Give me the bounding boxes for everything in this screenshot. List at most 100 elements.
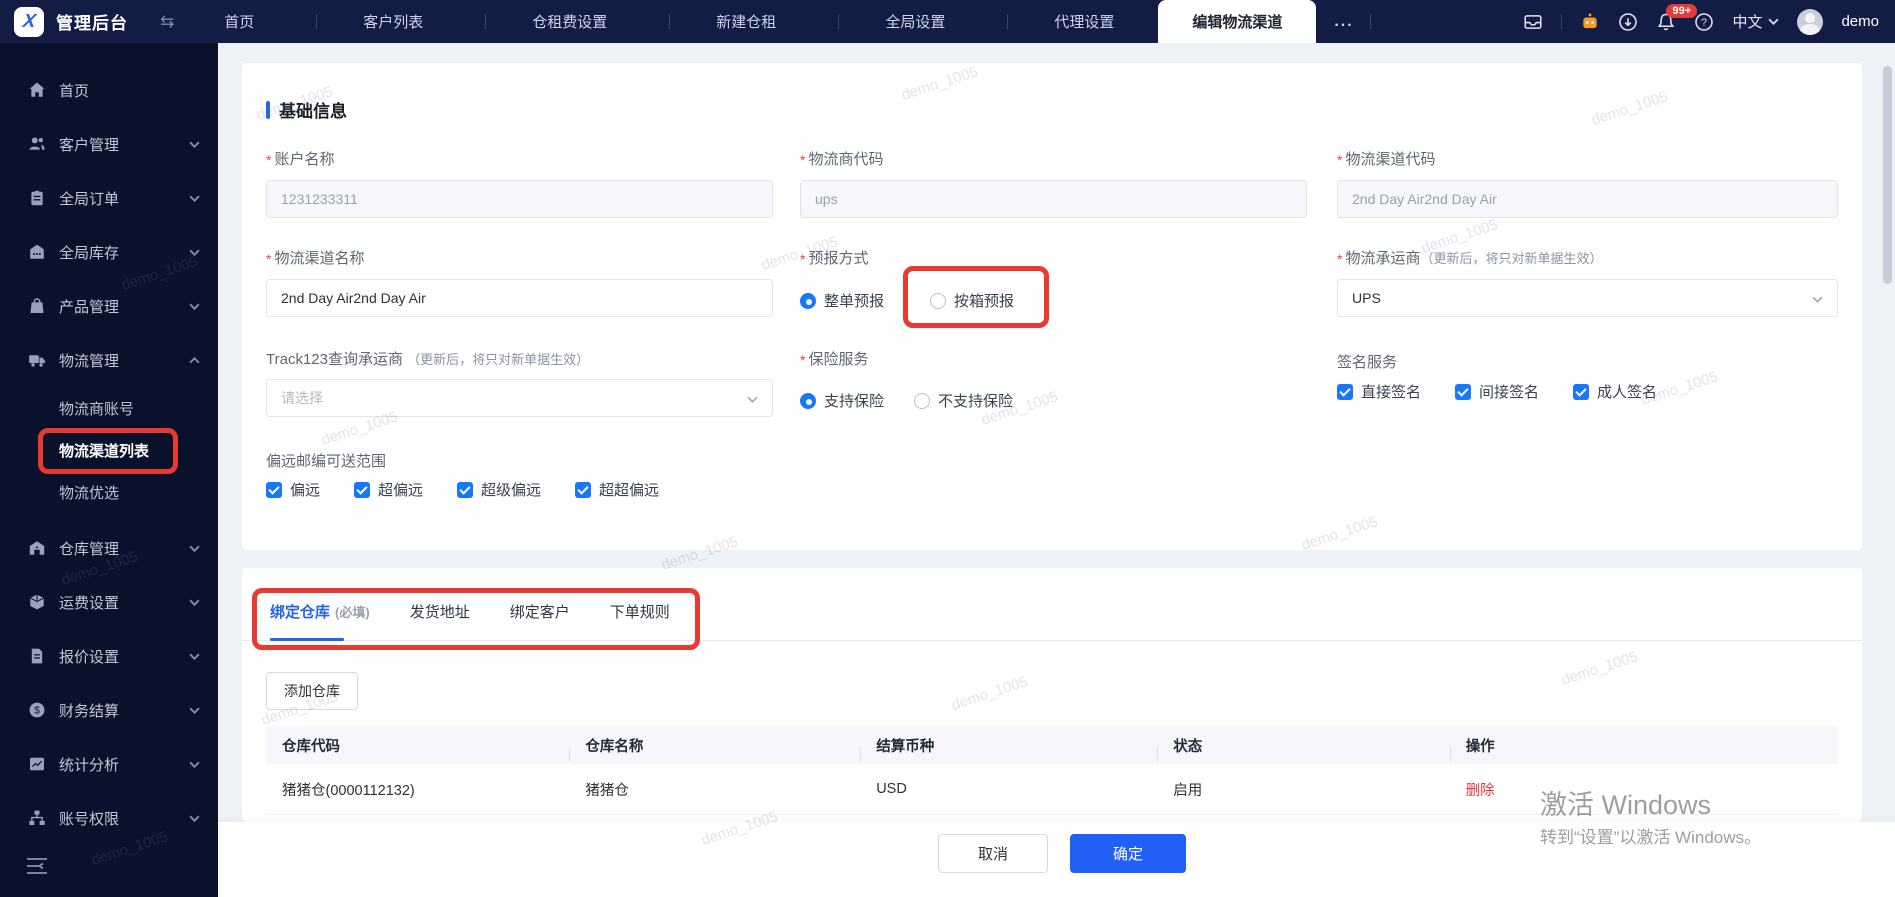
sidebar-subitem-logistics-preferred[interactable]: 物流优选: [0, 471, 218, 513]
vertical-scrollbar[interactable]: [1883, 66, 1892, 284]
chevron-up-icon: [189, 351, 200, 369]
logistics-truck-icon: [28, 351, 46, 369]
tab-bind-customer[interactable]: 绑定客户: [510, 582, 570, 641]
chevron-down-icon: [189, 701, 200, 719]
app-logo: X: [14, 6, 44, 37]
tab-shipping-address[interactable]: 发货地址: [410, 582, 470, 641]
provider-code-input[interactable]: ups: [800, 180, 1307, 218]
help-icon[interactable]: ?: [1694, 12, 1714, 32]
radio-per-box-forecast[interactable]: 按箱预报: [930, 290, 1014, 311]
signature-label: 签名服务: [1337, 354, 1398, 371]
sidebar-item-freight[interactable]: 运费设置: [0, 575, 218, 629]
sidebar-item-products[interactable]: 产品管理: [0, 279, 218, 333]
checkbox-checked-icon: [354, 481, 371, 498]
svg-text:$: $: [34, 706, 40, 717]
forecast-mode-label: 预报方式: [800, 247, 868, 268]
col-warehouse-name: 仓库名称: [569, 735, 860, 761]
account-name-input[interactable]: 1231233311: [266, 180, 773, 218]
checkbox-ultra-remote[interactable]: 超级偏远: [457, 479, 541, 500]
notifications-bell-icon[interactable]: 99+: [1656, 3, 1698, 32]
insurance-radios: 支持保险 不支持保险: [800, 390, 1013, 411]
chevron-down-icon: [189, 243, 200, 261]
sidebar-item-customers[interactable]: 客户管理: [0, 117, 218, 171]
section-accent-bar: [266, 100, 270, 119]
tab-global-settings[interactable]: 全局设置: [869, 11, 959, 32]
track123-select[interactable]: 请选择: [266, 379, 773, 417]
swap-icon[interactable]: ⇆: [160, 12, 174, 32]
cell-warehouse-name: 猪猪仓: [585, 782, 629, 799]
sidebar-item-quotes[interactable]: 报价设置: [0, 629, 218, 683]
table-row: 猪猪仓(0000112132) 猪猪仓 USD 启用 删除: [266, 764, 1838, 815]
channel-name-label: 物流渠道名称: [266, 247, 364, 268]
checkbox-indirect-signature[interactable]: 间接签名: [1455, 381, 1539, 402]
channel-name-input[interactable]: 2nd Day Air2nd Day Air: [266, 279, 773, 317]
sidebar-subitem-logistics-accounts[interactable]: 物流商账号: [0, 387, 218, 429]
sidebar-item-global-inventory[interactable]: 全局库存: [0, 225, 218, 279]
tab-storage-fee[interactable]: 仓租费设置: [516, 11, 621, 32]
user-avatar[interactable]: [1797, 8, 1824, 35]
chevron-down-icon: [189, 809, 200, 827]
sidebar-item-statistics[interactable]: 统计分析: [0, 737, 218, 791]
radio-insurance-not-supported[interactable]: 不支持保险: [914, 390, 1013, 411]
add-warehouse-button[interactable]: 添加仓库: [266, 672, 358, 710]
mail-icon[interactable]: [1523, 12, 1543, 32]
table-header: 仓库代码 仓库名称 结算币种 状态 操作: [266, 726, 1838, 764]
chevron-down-icon: [189, 135, 200, 153]
freight-icon: [28, 593, 46, 611]
radio-insurance-supported[interactable]: 支持保险: [800, 390, 884, 411]
checkbox-super-remote[interactable]: 超偏远: [354, 479, 423, 500]
forecast-mode-radios: 整单预报 按箱预报: [800, 290, 1014, 311]
sidebar-subitem-logistics-channel-list[interactable]: 物流渠道列表: [0, 429, 218, 471]
checkbox-extreme-remote[interactable]: 超超偏远: [575, 479, 659, 500]
col-warehouse-code: 仓库代码: [282, 738, 340, 755]
sidebar-item-account-permissions[interactable]: 账号权限: [0, 791, 218, 845]
cancel-button[interactable]: 取消: [938, 834, 1048, 873]
quote-document-icon: [28, 647, 46, 665]
checkbox-checked-icon: [1455, 383, 1472, 400]
tabs-overflow-button[interactable]: ...: [1334, 13, 1353, 31]
checkbox-remote[interactable]: 偏远: [266, 479, 320, 500]
tab-new-storage[interactable]: 新建仓租: [700, 11, 790, 32]
track123-label: Track123查询承运商 （更新后，将只对新单据生效）: [266, 351, 590, 368]
checkbox-checked-icon: [457, 481, 474, 498]
topbar-actions: 99+ ? 中文 demo: [1523, 0, 1895, 43]
tab-edit-logistics-channel[interactable]: 编辑物流渠道: [1158, 0, 1317, 43]
carrier-select[interactable]: UPS: [1337, 279, 1838, 317]
sidebar-item-logistics[interactable]: 物流管理: [0, 333, 218, 387]
checkbox-direct-signature[interactable]: 直接签名: [1337, 381, 1421, 402]
checkbox-adult-signature[interactable]: 成人签名: [1573, 381, 1657, 402]
collapse-menu-icon[interactable]: [26, 857, 48, 875]
tab-home[interactable]: 首页: [208, 11, 268, 32]
finance-dollar-icon: $: [28, 701, 46, 719]
tab-order-rules[interactable]: 下单规则: [610, 582, 670, 641]
language-selector[interactable]: 中文: [1732, 11, 1779, 32]
tab-customer-list[interactable]: 客户列表: [347, 11, 437, 32]
delete-link[interactable]: 删除: [1466, 783, 1495, 799]
chevron-down-icon: [1768, 18, 1779, 25]
statistics-chart-icon: [28, 755, 46, 773]
provider-code-label: 物流商代码: [800, 148, 883, 169]
robot-assistant-icon[interactable]: [1580, 12, 1600, 32]
confirm-button[interactable]: 确定: [1070, 834, 1186, 873]
tab-agent-settings[interactable]: 代理设置: [1038, 11, 1128, 32]
channel-code-input[interactable]: 2nd Day Air2nd Day Air: [1337, 180, 1838, 218]
sidebar-item-warehouse[interactable]: 仓库管理: [0, 521, 218, 575]
orders-icon: [28, 189, 46, 207]
svg-text:?: ?: [1702, 16, 1708, 28]
remote-range-checkboxes: 偏远 超偏远 超级偏远 超超偏远: [266, 479, 659, 500]
inventory-icon: [28, 243, 46, 261]
insurance-label: 保险服务: [800, 348, 868, 369]
warehouse-icon: [28, 539, 46, 557]
checkbox-checked-icon: [1573, 383, 1590, 400]
radio-whole-order-forecast[interactable]: 整单预报: [800, 290, 884, 311]
topbar: X 管理后台 ⇆ 首页 客户列表 仓租费设置 新建仓租 全局设置 代理设置 编辑…: [0, 0, 1895, 43]
sidebar-item-finance[interactable]: $ 财务结算: [0, 683, 218, 737]
user-name: demo: [1841, 13, 1879, 30]
binding-tabs: 绑定仓库 (必填) 发货地址 绑定客户 下单规则: [242, 582, 1862, 641]
chevron-down-icon: [189, 647, 200, 665]
sidebar-item-global-orders[interactable]: 全局订单: [0, 171, 218, 225]
warehouse-table: 仓库代码 仓库名称 结算币种 状态 操作 猪猪仓(0000112132) 猪猪仓…: [266, 726, 1838, 815]
sidebar-item-home[interactable]: 首页: [0, 63, 218, 117]
tab-bind-warehouse[interactable]: 绑定仓库 (必填): [270, 582, 370, 641]
download-icon[interactable]: [1618, 12, 1638, 32]
